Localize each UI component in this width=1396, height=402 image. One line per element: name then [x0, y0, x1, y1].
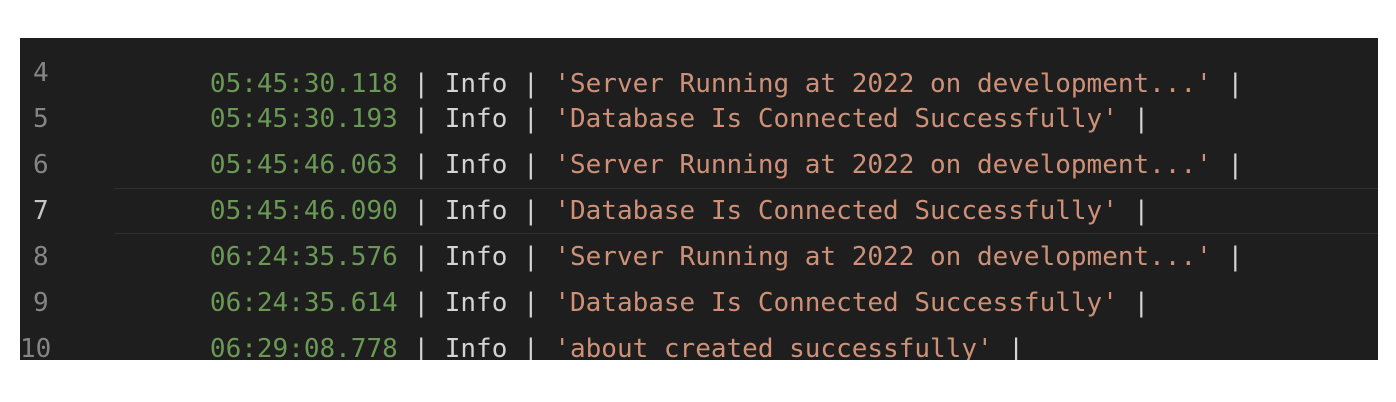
editor-line[interactable]: 10	[20, 326, 1378, 360]
line-number: 10	[20, 334, 52, 360]
editor-line[interactable]: 6 05:45:46.090 | Info | 'Database Is Con…	[20, 142, 1378, 226]
line-number: 6	[33, 150, 49, 180]
line-number: 8	[33, 242, 49, 272]
editor-line[interactable]: 4 05:45:30.193 | Info | 'Database Is Con…	[20, 50, 1378, 134]
editor-line[interactable]: 5 05:45:46.063 | Info | 'Server Running …	[20, 96, 1378, 180]
line-number: 5	[33, 104, 49, 134]
line-number: 4	[33, 58, 49, 88]
code-editor[interactable]: 05:45:30.118 | Info | 'Server Running at…	[20, 38, 1378, 360]
line-number: 7	[33, 196, 49, 226]
line-number: 9	[33, 288, 49, 318]
editor-line[interactable]: 9 06:29:08.778 | Info | 'about created s…	[20, 280, 1378, 360]
editor-line[interactable]: 8 06:24:35.614 | Info | 'Database Is Con…	[20, 234, 1378, 318]
editor-line-active[interactable]: 7 06:24:35.576 | Info | 'Server Running …	[20, 188, 1378, 272]
